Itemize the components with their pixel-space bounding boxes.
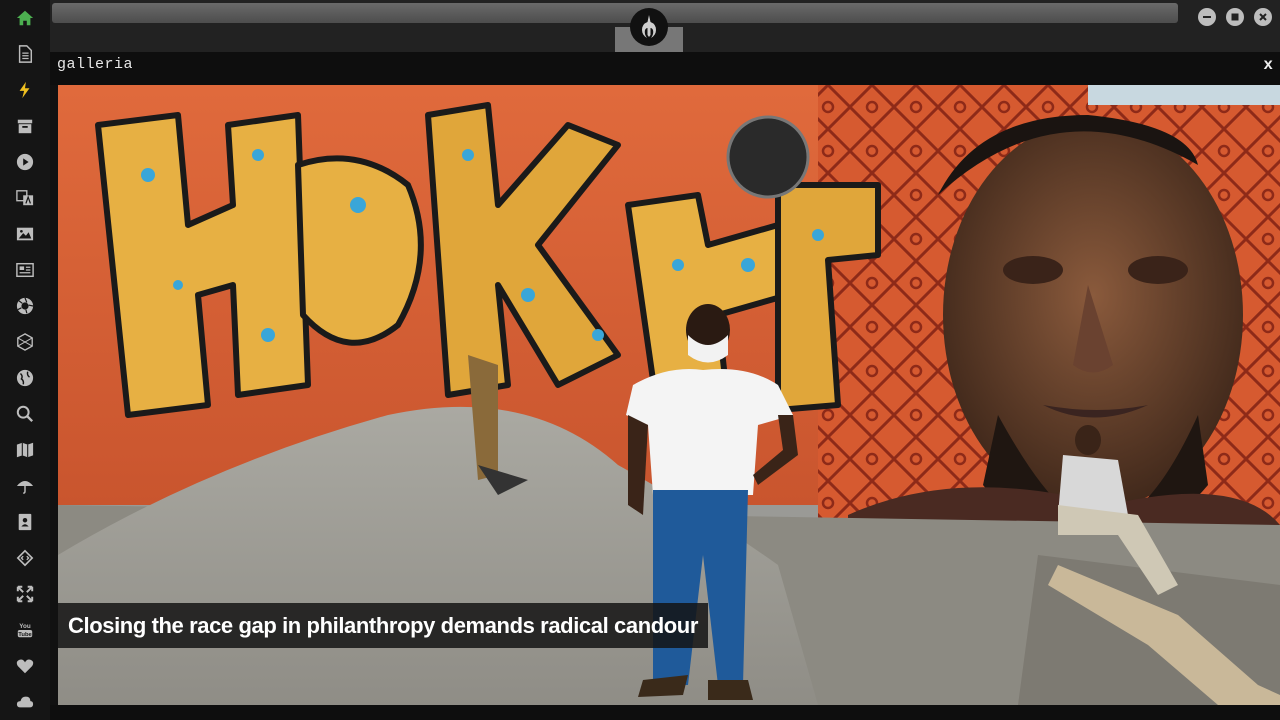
image-caption: Closing the race gap in philanthropy dem… — [58, 603, 709, 648]
svg-text:Tube: Tube — [18, 632, 32, 638]
contact-card-icon[interactable] — [0, 504, 50, 540]
maximize-icon[interactable] — [1226, 8, 1244, 26]
search-icon[interactable] — [0, 396, 50, 432]
map-icon[interactable] — [0, 432, 50, 468]
document-icon[interactable] — [0, 36, 50, 72]
gallery-title: galleria — [57, 56, 134, 73]
aperture-icon[interactable] — [0, 288, 50, 324]
newspaper-icon[interactable] — [0, 252, 50, 288]
umbrella-icon[interactable] — [0, 468, 50, 504]
code-icon[interactable] — [0, 540, 50, 576]
sidebar: You Tube — [0, 0, 50, 720]
expand-icon[interactable] — [0, 576, 50, 612]
youtube-icon[interactable]: You Tube — [0, 612, 50, 648]
bottom-strip — [50, 705, 1280, 720]
address-bar[interactable] — [52, 3, 1178, 23]
hexagon-icon[interactable] — [0, 324, 50, 360]
translate-icon[interactable] — [0, 180, 50, 216]
globe-icon[interactable] — [0, 360, 50, 396]
lightning-icon[interactable] — [0, 72, 50, 108]
cloud-icon[interactable] — [0, 684, 50, 720]
heart-icon[interactable] — [0, 648, 50, 684]
close-icon[interactable] — [1254, 8, 1272, 26]
archive-icon[interactable] — [0, 108, 50, 144]
rebel-alliance-icon[interactable] — [630, 8, 668, 46]
play-icon[interactable] — [0, 144, 50, 180]
image-icon[interactable] — [0, 216, 50, 252]
gallery-header: galleria x — [50, 52, 1280, 85]
svg-text:You: You — [19, 623, 31, 630]
window-titlebar — [50, 0, 1280, 52]
minimize-icon[interactable] — [1198, 8, 1216, 26]
gallery-close-button[interactable]: x — [1263, 56, 1273, 74]
home-icon[interactable] — [0, 0, 50, 36]
